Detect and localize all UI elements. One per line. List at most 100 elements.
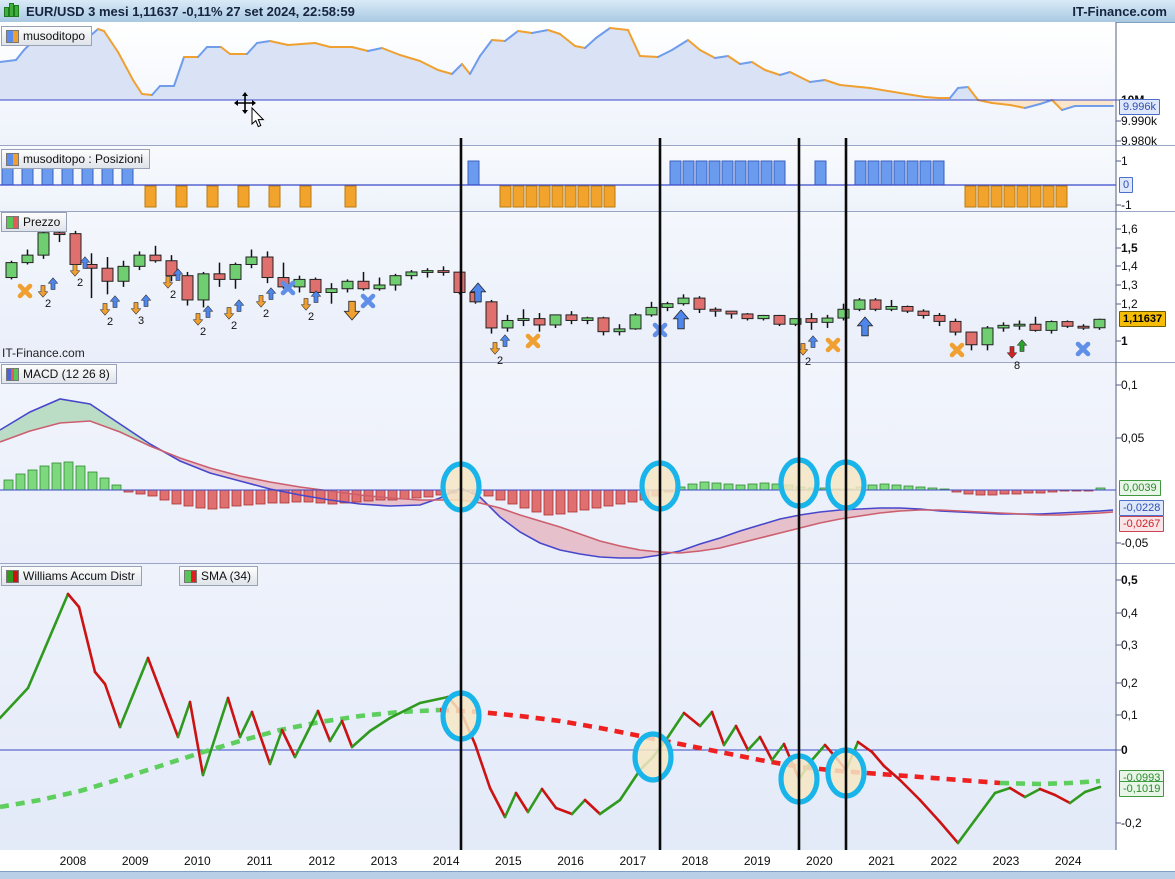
sell-arrow-icon xyxy=(130,302,142,315)
axis-tick-label: 1,6 xyxy=(1121,222,1138,236)
time-axis: 2008 2009 2010 2011 2012 2013 2014 2015 2016 2017… xyxy=(0,850,1175,871)
sell-arrow-icon xyxy=(99,303,111,316)
axis-value-badge: 1,11637 xyxy=(1119,311,1167,327)
legend-label: SMA (34) xyxy=(201,569,252,583)
axis-tick-label: 0,1 xyxy=(1121,708,1138,722)
positions-legend-icon xyxy=(6,152,19,166)
axis-tick-label: 0,1 xyxy=(1121,378,1138,392)
marker-count-label: 3 xyxy=(138,315,144,327)
legend-label: MACD (12 26 8) xyxy=(23,367,110,381)
buy-arrow-icon xyxy=(202,305,214,318)
williams-accum-distr xyxy=(0,592,1116,845)
year-label: 2015 xyxy=(495,854,522,868)
axis-tick-label: 1 xyxy=(1121,154,1128,168)
x-mark-icon xyxy=(949,342,965,358)
axis-tick-label: 0,4 xyxy=(1121,606,1138,620)
year-label: 2010 xyxy=(184,854,211,868)
marker-count-label: 2 xyxy=(263,308,269,320)
axis-tick-label: 1,4 xyxy=(1121,259,1138,273)
axis-tick-label: 0,5 xyxy=(1121,573,1138,587)
buy-arrow-icon xyxy=(499,334,511,347)
buy-arrow-icon xyxy=(1016,339,1028,352)
year-label: 2023 xyxy=(992,854,1020,868)
axis-tick-label: 0,05 xyxy=(1121,431,1145,445)
axis-value-badge: 9.996k xyxy=(1119,99,1161,115)
equity-legend-icon xyxy=(6,29,19,43)
bottom-scrollbar[interactable] xyxy=(0,871,1175,879)
buy-arrow-icon xyxy=(856,316,874,337)
sell-arrow-icon xyxy=(192,313,204,326)
legend-chip-wad[interactable]: Williams Accum Distr xyxy=(1,566,143,586)
sma-dashed-line xyxy=(439,707,1001,786)
year-label: 2024 xyxy=(1054,854,1082,868)
equity-curve xyxy=(0,27,1116,111)
buy-arrow-icon xyxy=(233,299,245,312)
marker-count-label: 2 xyxy=(497,355,503,367)
sma-dashed-line xyxy=(999,778,1101,787)
year-label: 2016 xyxy=(557,854,584,868)
year-label: 2017 xyxy=(619,854,647,868)
marker-count-label: 8 xyxy=(1014,360,1020,372)
sell-arrow-icon xyxy=(300,298,312,311)
sell-arrow-icon xyxy=(343,300,361,321)
marker-count-label: 2 xyxy=(107,316,113,328)
chart-plot-area[interactable]: 2 2 2 3 2 2 2 2 2 2 2 8 xyxy=(0,0,1175,879)
buy-arrow-icon xyxy=(807,335,819,348)
year-label: 2018 xyxy=(681,854,709,868)
marker-count-label: 2 xyxy=(170,289,176,301)
sell-arrow-icon xyxy=(255,295,267,308)
legend-chip-price[interactable]: Prezzo xyxy=(1,212,68,232)
legend-chip-equity[interactable]: musoditopo xyxy=(1,26,93,46)
sell-arrow-icon xyxy=(489,342,501,355)
axis-tick-label: -0,05 xyxy=(1121,536,1149,550)
axis-tick-label: 0,2 xyxy=(1121,676,1138,690)
sell-arrow-icon xyxy=(223,307,235,320)
marker-count-label: 2 xyxy=(45,298,51,310)
x-mark-icon xyxy=(17,283,33,299)
axis-tick-label: 0 xyxy=(1121,743,1128,757)
year-label: 2021 xyxy=(868,854,895,868)
axis-tick-label: -1 xyxy=(1121,198,1132,212)
axis-tick-label: 1,3 xyxy=(1121,278,1138,292)
axis-tick-label: 9.980k xyxy=(1121,134,1158,148)
x-mark-icon xyxy=(360,293,376,309)
chart-watermark: IT-Finance.com xyxy=(2,346,85,360)
axis-tick-label: 1 xyxy=(1121,334,1128,348)
chart-application: EUR/USD 3 mesi 1,11637 -0,11% 27 set 202… xyxy=(0,0,1175,879)
axis-value-badge: 0 xyxy=(1119,177,1134,193)
year-label: 2014 xyxy=(432,854,460,868)
positions-bars xyxy=(0,160,1116,208)
wad-legend-icon xyxy=(6,569,19,583)
macd-legend-icon xyxy=(6,367,19,381)
buy-arrow-icon xyxy=(47,277,59,290)
x-mark-icon xyxy=(525,333,541,349)
sell-arrow-icon xyxy=(1006,346,1018,359)
year-label: 2022 xyxy=(930,854,958,868)
marker-count-label: 2 xyxy=(77,277,83,289)
buy-arrow-icon xyxy=(265,287,277,300)
year-label: 2012 xyxy=(308,854,336,868)
year-label: 2013 xyxy=(370,854,398,868)
price-legend-icon xyxy=(6,215,19,229)
axis-value-badge: -0,1019 xyxy=(1119,781,1165,797)
year-label: 2011 xyxy=(246,854,273,868)
marker-count-label: 2 xyxy=(231,320,237,332)
legend-label: musoditopo : Posizioni xyxy=(23,152,144,166)
x-mark-icon xyxy=(1075,341,1091,357)
legend-chip-sma[interactable]: SMA (34) xyxy=(179,566,259,586)
sell-arrow-icon xyxy=(37,285,49,298)
marker-count-label: 2 xyxy=(308,311,314,323)
buy-arrow-icon xyxy=(140,294,152,307)
axis-tick-label: 9.990k xyxy=(1121,114,1158,128)
axis-tick-label: 1,2 xyxy=(1121,297,1138,311)
axis-value-badge: 0,0039 xyxy=(1119,480,1161,496)
year-label: 2009 xyxy=(121,854,149,868)
marker-count-label: 2 xyxy=(200,326,206,338)
highlight-circle-icon xyxy=(632,731,674,783)
legend-chip-positions[interactable]: musoditopo : Posizioni xyxy=(1,149,151,169)
year-label: 2008 xyxy=(59,854,87,868)
right-axis-line xyxy=(72,22,1121,871)
marker-count-label: 2 xyxy=(805,356,811,368)
legend-chip-macd[interactable]: MACD (12 26 8) xyxy=(1,364,117,384)
buy-arrow-icon xyxy=(109,295,121,308)
